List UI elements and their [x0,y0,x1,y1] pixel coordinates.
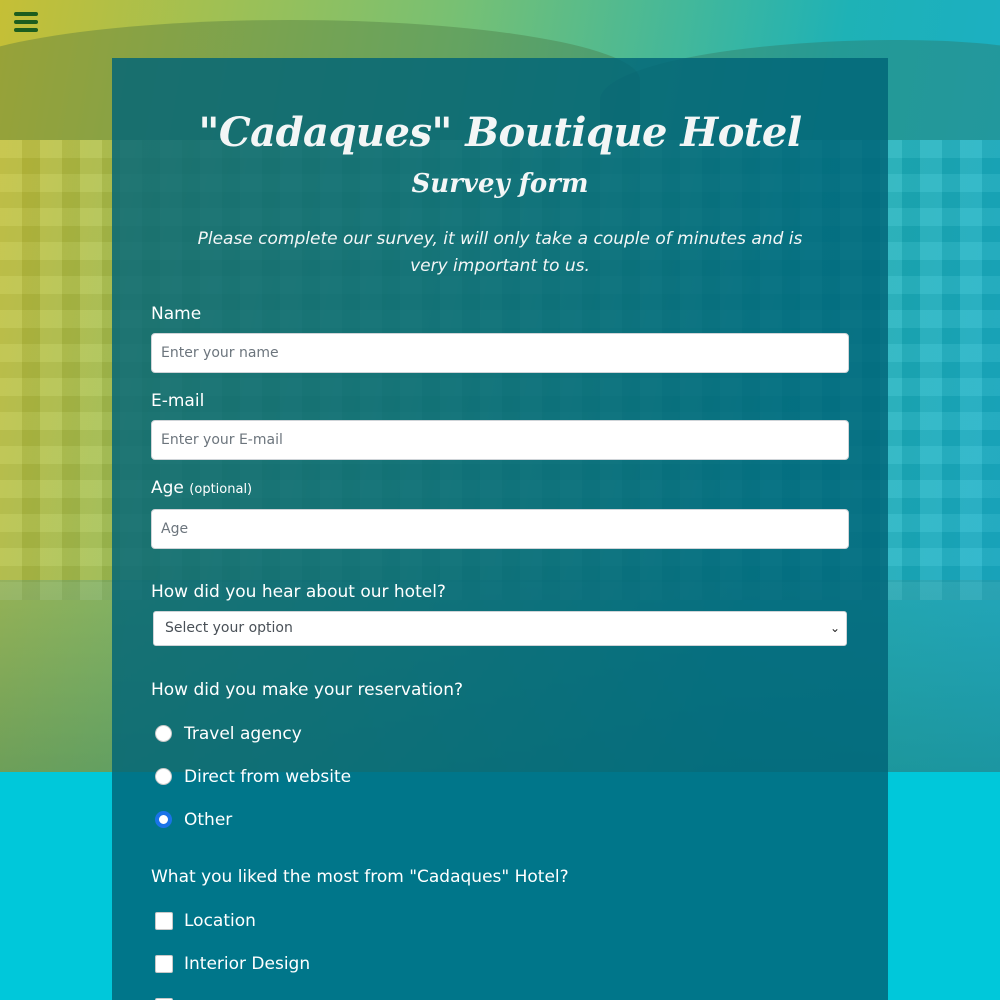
age-input[interactable] [151,509,849,549]
name-label: Name [151,304,202,324]
checkbox-label: Interior Design [184,953,311,974]
chevron-down-icon: ⌄ [829,621,840,635]
radio-label: Other [184,809,233,830]
radio-other[interactable]: Other [155,798,849,841]
radio-button[interactable] [155,725,172,742]
radio-label: Direct from website [184,766,352,787]
radio-button[interactable] [155,768,172,785]
email-group: E-mail [151,390,849,460]
reservation-label: How did you make your reservation? [151,680,463,700]
survey-panel: "Cadaques" Boutique Hotel Survey form Pl… [112,58,888,1000]
age-label-text: Age [151,478,184,498]
hamburger-bar [14,20,38,24]
page-subtitle: Survey form [411,169,589,199]
radio-travel-agency[interactable]: Travel agency [155,712,849,755]
page-description: Please complete our survey, it will only… [197,229,803,276]
checkbox[interactable] [155,911,173,930]
checkbox-label: Location [184,910,256,931]
email-label: E-mail [151,391,205,411]
reservation-group: How did you make your reservation? Trave… [151,679,849,841]
hamburger-icon[interactable] [10,6,42,38]
hear-select[interactable]: Select your option ⌄ [153,611,847,646]
checkbox[interactable] [155,954,173,973]
age-group: Age (optional) [151,477,849,549]
email-input[interactable] [151,420,849,460]
checkbox-location[interactable]: Location [155,899,849,942]
hamburger-bar [14,28,38,32]
hear-group: How did you hear about our hotel? Select… [151,581,849,646]
page-title: "Cadaques" Boutique Hotel [198,109,802,156]
name-input[interactable] [151,333,849,373]
liked-label: What you liked the most from "Cadaques" … [151,867,569,887]
hamburger-bar [14,12,38,16]
checkbox-partial[interactable] [155,985,849,1000]
checkbox-interior-design[interactable]: Interior Design [155,942,849,985]
age-optional-note: (optional) [189,482,253,497]
name-group: Name [151,303,849,373]
hear-select-value: Select your option [165,620,293,636]
age-label: Age (optional) [151,477,849,501]
hear-label: How did you hear about our hotel? [151,582,446,602]
liked-group: What you liked the most from "Cadaques" … [151,866,849,1000]
radio-label: Travel agency [184,723,302,744]
radio-direct-from-website[interactable]: Direct from website [155,755,849,798]
radio-button-selected[interactable] [155,811,172,828]
